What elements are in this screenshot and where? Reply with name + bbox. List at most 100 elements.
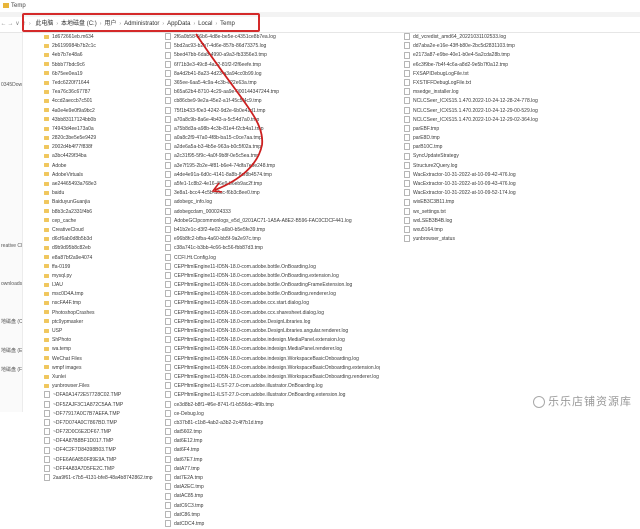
file-item[interactable]: dd_vcredist_amd64_20221031102533.log [404, 33, 604, 42]
nav-pane-item[interactable]: 地磁盘 (C:) [0, 318, 22, 328]
file-item[interactable]: dat6F4.tmp [165, 446, 380, 455]
folder-item[interactable]: 74943d4ee173a0a [44, 125, 159, 134]
folder-item[interactable]: 4eb7b7e48a6 [44, 51, 159, 60]
nav-pane-item[interactable] [0, 176, 22, 186]
navigation-pane[interactable]: 0345Downloads reative Cloud Files ownloads… [0, 33, 23, 412]
file-item[interactable]: dat5602.tmp [165, 428, 380, 437]
nav-pane-item[interactable] [0, 52, 22, 62]
file-item[interactable]: AdobeGCIpcommonlogs_e5d_0201AC71-1A5A-A8… [165, 216, 380, 226]
file-item[interactable]: NCLCSeer_ICXS15.1.470.2022-10-24-12-29-0… [404, 115, 604, 125]
file-item[interactable]: WacExtractor-10-31-2022-at-10-09-52-174.… [404, 189, 604, 198]
file-item[interactable]: 365ee-6aa5-4c9a-4c3b-e22e63a.tmp [165, 79, 380, 88]
file-item[interactable]: cb86cbe9-9e2a-45e2-a1f-45c5f4c9.tmp [165, 97, 380, 106]
folder-item[interactable]: 2002d4b4f77f838f [44, 143, 159, 152]
file-item[interactable]: CEPHtmlEngine11-ID5N-18.0-com.adobe.bott… [165, 281, 380, 290]
folder-item[interactable]: CreativeCloud [44, 226, 159, 235]
file-item[interactable]: SyncUpdateStrategy [404, 152, 604, 161]
nav-pane-item[interactable] [0, 261, 22, 271]
file-item[interactable]: cb37b81-c1b8-4ab2-a3b2-2c4f7b1d.tmp [165, 419, 380, 428]
folder-item[interactable]: baidu [44, 189, 159, 198]
file-item[interactable]: ce-Debug.log [165, 409, 380, 419]
nav-pane-item[interactable] [0, 328, 22, 338]
folder-item[interactable]: ptc9ypmasker [44, 318, 159, 327]
file-item[interactable]: 75f1b433-f0e3-4242-9d2e-6b0e41d1.tmp [165, 106, 380, 116]
file-item[interactable]: CEPHtmlEngine11-ID5N-18.0-com.adobe.inde… [165, 345, 380, 354]
file-item[interactable]: msedge_installer.log [404, 88, 604, 97]
folder-item[interactable]: yunbrowser.Files [44, 382, 159, 391]
file-item[interactable]: datA2EC.tmp [165, 483, 380, 492]
file-item[interactable]: parEBF.tmp [404, 125, 604, 134]
folder-item[interactable]: 43bb83117124bb0b [44, 116, 159, 125]
folder-item[interactable]: 6b75ee0ea19 [44, 70, 159, 79]
back-arrow-icon[interactable]: ← [0, 17, 7, 32]
nav-pane-item[interactable] [0, 166, 22, 176]
file-item[interactable]: ~DF7D074A0C7867BD.TMP [44, 419, 159, 428]
nav-pane-item[interactable] [0, 195, 22, 205]
file-item[interactable]: parE8D.tmp [404, 134, 604, 143]
file-item[interactable]: CEPHtmlEngine11-ID5N-18.0-com.adobe.inde… [165, 363, 380, 373]
file-item[interactable]: datA77.tmp [165, 464, 380, 474]
file-item[interactable]: ~DF5ZAJF3C1A872C5AA.TMP [44, 400, 159, 410]
file-item[interactable]: a2de6a5a-b3-4b5e-963a-b0c5f02a.tmp [165, 143, 380, 152]
nav-pane-item[interactable] [0, 394, 22, 404]
file-item[interactable]: CEPHtmlEngine11-ID5N-18.0-com.adobe.ccx.… [165, 299, 380, 308]
file-item[interactable]: wx_settings.txt [404, 207, 604, 217]
file-item[interactable]: 8a4d2b41-8a23-4d23-a3a94cc0b99.log [165, 69, 380, 79]
file-item[interactable]: dat6E12.tmp [165, 437, 380, 446]
nav-pane-item[interactable]: ownloads [0, 280, 22, 290]
nav-pane-item[interactable] [0, 299, 22, 309]
file-item[interactable]: ~DFE6A6A850F89E9A.TMP [44, 455, 159, 465]
folder-item[interactable]: Xunlei [44, 373, 159, 382]
file-item[interactable]: ~DFF4A83A7D5FE2C.TMP [44, 464, 159, 474]
file-item[interactable]: ~DF4A87B8BF1D017.TMP [44, 437, 159, 446]
file-item[interactable]: 6f71b3e3-49c8-4a32-81f2-f2f6eefe.tmp [165, 60, 380, 70]
folder-item[interactable]: a3bc4429f34ba [44, 152, 159, 161]
file-item[interactable]: c38a741c-b3bb-4c66-bc56-fbb87d3.tmp [165, 244, 380, 253]
nav-pane-item[interactable] [0, 375, 22, 385]
nav-pane-item[interactable] [0, 356, 22, 366]
file-item[interactable]: FXSAPIDebugLogFile.txt [404, 69, 604, 79]
file-item[interactable]: NCLCSeer_ICXS15.1.470.2022-10-24-12-28-2… [404, 97, 604, 106]
folder-item[interactable]: BaiduyunGuanjia [44, 198, 159, 207]
file-item[interactable]: b65a62b4-8710-4c29-aa9e-000144347244.tmp [165, 88, 380, 97]
nav-pane-item[interactable] [0, 119, 22, 129]
file-item[interactable]: CEPHtmlEngine11-ID5N-18.0-com.adobe.Desi… [165, 327, 380, 336]
folder-item[interactable]: 7edc6220f71644 [44, 79, 159, 88]
file-item[interactable]: a4de4e91a-6d0c-4141-8a8b-8cf8b4574.tmp [165, 170, 380, 180]
nav-pane-item[interactable] [0, 138, 22, 148]
file-item[interactable]: CEPHtmlEngine11-ID5N-18.0-com.adobe.Desi… [165, 317, 380, 327]
folder-item[interactable]: cep_cache [44, 217, 159, 226]
file-item[interactable]: e96b8fc2-bfba-4a60-bb5f-9a2e97c.tmp [165, 235, 380, 244]
file-item[interactable]: datAC85.tmp [165, 492, 380, 501]
file-item[interactable]: dat7E2A.tmp [165, 474, 380, 483]
nav-pane-item[interactable] [0, 43, 22, 53]
nav-pane-item[interactable] [0, 271, 22, 281]
file-item[interactable]: CEPHtmlEngine11-ID5N-18.0-com.adobe.inde… [165, 373, 380, 382]
file-item[interactable]: 3e8a1-bcc4-4c5b-a6cc-f6b3c8ee0.tmp [165, 189, 380, 198]
folder-item[interactable]: 7ea76c36c67787 [44, 88, 159, 97]
file-item[interactable]: ~DFA0A1472E57728C02.TMP [44, 391, 159, 400]
file-item[interactable]: ce3d8b2-b8f1-4f6e-8741-f1-b556dc-4f9b.tm… [165, 400, 380, 410]
folder-item[interactable]: b8b3c2a2331f4b6 [44, 208, 159, 217]
nav-pane-item[interactable] [0, 62, 22, 72]
file-item[interactable]: 5bed47bb-6da8-4990-a9a3-fb3356e3.tmp [165, 51, 380, 60]
file-item[interactable]: a2c31f95-5f9c-4a0f-9b8f-0e5c5ea.tmp [165, 152, 380, 161]
folder-item[interactable]: nscFA4F.tmp [44, 299, 159, 308]
nav-pane-item[interactable] [0, 157, 22, 167]
file-item[interactable]: CEPHtmlEngine11-ID5N-18.0-com.adobe.inde… [165, 354, 380, 364]
nav-pane-item[interactable] [0, 147, 22, 157]
file-item[interactable]: CEPHtmlEngine11-ID5N-18.0-com.adobe.inde… [165, 336, 380, 345]
folder-item[interactable]: 4ccd2aeccb7c501 [44, 97, 159, 106]
folder-item[interactable]: AdobeVirtuals [44, 171, 159, 180]
nav-pane-item[interactable] [0, 185, 22, 195]
nav-pane-item[interactable]: reative Cloud Files [0, 242, 22, 252]
file-item[interactable]: e2173a87-e9be-40e1-b0e4-5a2cda28b.tmp [404, 51, 604, 60]
file-item[interactable]: yunbrowser_status [404, 235, 604, 244]
folder-item[interactable]: mysql.py [44, 272, 159, 281]
file-item[interactable]: WacExtractor-10-31-2022-at-10-09-43-476.… [404, 180, 604, 189]
nav-pane-item[interactable] [0, 223, 22, 233]
folder-item[interactable]: 1d672661eb.m634 [44, 33, 159, 42]
file-item[interactable]: 2aa9f61-c7b5-4131-bfe8-48a4b8742862.tmp [44, 474, 159, 483]
folder-item[interactable]: 5bbb77bdc9c6 [44, 61, 159, 70]
file-item[interactable]: a0a8c2f9-47a0-4f8b-ba15-c0ce7aa.tmp [165, 134, 380, 143]
